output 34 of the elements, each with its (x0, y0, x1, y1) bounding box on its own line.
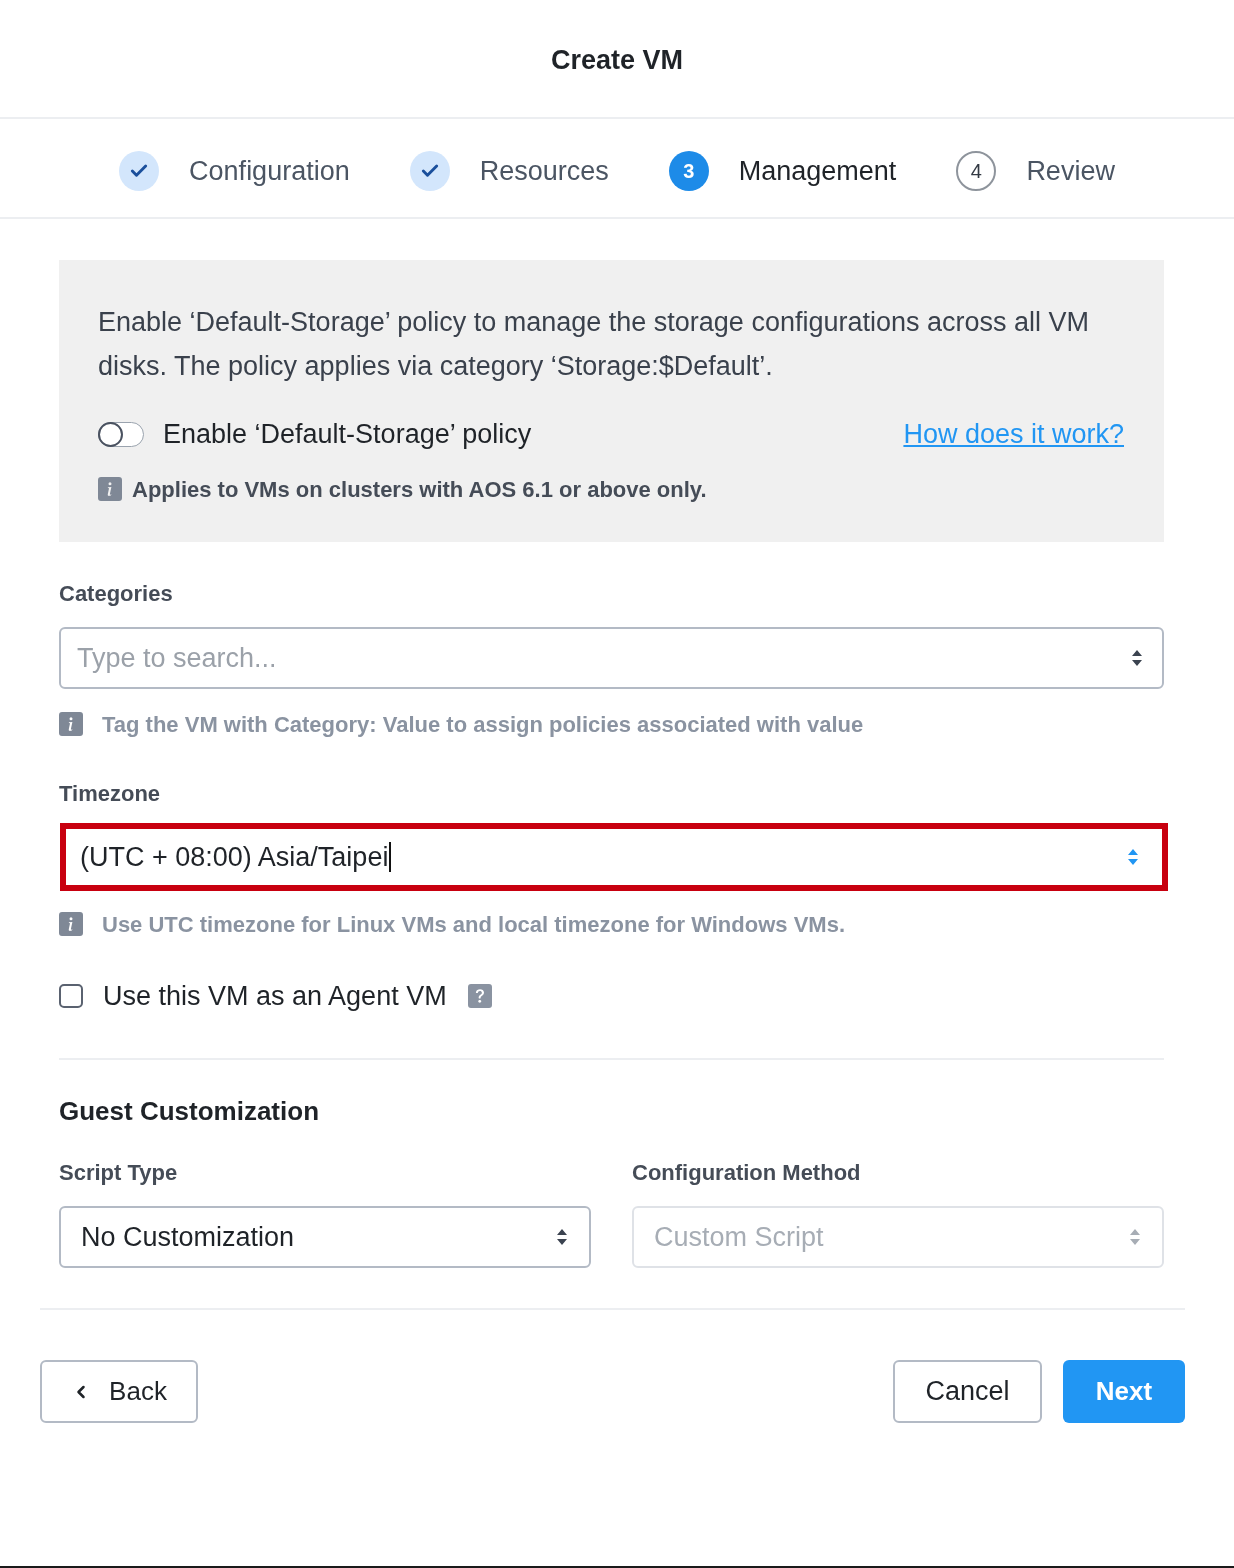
toggle-label: Enable ‘Default-Storage’ policy (163, 417, 532, 451)
up-down-arrows-icon (557, 1229, 567, 1245)
step-label: Review (1026, 154, 1115, 188)
field-label: Configuration Method (632, 1159, 862, 1187)
checkbox-label: Use this VM as an Agent VM (103, 979, 447, 1013)
dropdown-select[interactable]: No Customization (59, 1206, 591, 1268)
info-icon (59, 912, 83, 936)
field-label: Script Type (59, 1159, 179, 1187)
up-down-arrows-icon (1132, 650, 1142, 666)
cancel-button[interactable]: Cancel (893, 1360, 1042, 1423)
hint-text: Use UTC timezone for Linux VMs and local timezone for Windows VMs. (102, 910, 845, 939)
policy-description: Enable ‘Default-Storage’ policy to manage the storage configurations across all VM disks. The policy applies via category ‘Storage:$Default’. (98, 306, 1091, 383)
step-label: Resources (479, 154, 609, 188)
help-icon[interactable] (467, 984, 492, 1008)
step-label: Configuration (189, 154, 350, 188)
up-down-arrows-icon (1130, 1229, 1140, 1245)
timezone-select[interactable]: (UTC + 08:00) Asia/Taipei (60, 823, 1168, 891)
category-search-field[interactable]: Type to search... (59, 627, 1164, 689)
checkbox[interactable] (59, 984, 83, 1008)
field-label: Timezone (59, 780, 162, 808)
dialog-title: Create VM (550, 44, 683, 78)
section-heading: Guest Customization (59, 1095, 320, 1128)
step-number: 4 (956, 151, 997, 191)
toggle-switch[interactable] (98, 421, 144, 447)
info-icon (59, 712, 83, 736)
hint-text: Tag the VM with Category: Value to assign policies associated with value (102, 710, 864, 739)
note-text: Applies to VMs on clusters with AOS 6.1 or above only. (132, 475, 707, 504)
up-down-arrows-icon (1128, 849, 1138, 865)
text-cursor (389, 842, 392, 872)
info-icon (98, 477, 122, 501)
back-button[interactable]: Back (40, 1360, 198, 1423)
step-number: 3 (668, 151, 709, 191)
step-label: Management (738, 154, 897, 188)
field-label: Categories (59, 580, 174, 608)
